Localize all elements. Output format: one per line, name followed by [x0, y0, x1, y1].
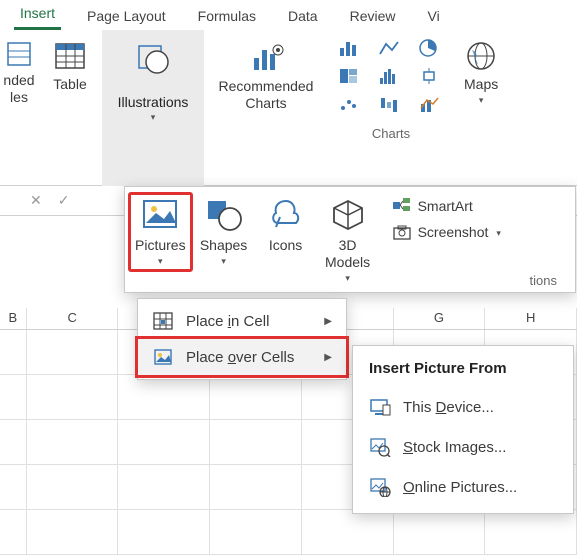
stock-images-item[interactable]: Stock Images...Stock Images... [353, 427, 573, 467]
enter-icon[interactable]: ✓ [58, 192, 70, 209]
chevron-down-icon: ▾ [479, 95, 484, 106]
icons-icon [266, 197, 306, 233]
recommended-charts-icon [246, 40, 286, 74]
recommended-charts-button[interactable]: Recommended Charts [206, 36, 326, 116]
shapes-button[interactable]: Shapes ▾ [194, 193, 254, 271]
illustrations-dropdown: Pictures ▾ Shapes ▾ Icons 3D Models ▾ Sm… [124, 186, 576, 293]
smartart-icon [392, 197, 412, 215]
chevron-down-icon: ▾ [496, 228, 501, 239]
place-in-cell-item[interactable]: Place in CellPlace in Cell ▶ [138, 303, 346, 339]
chart-boxwhisker-button[interactable] [414, 64, 444, 88]
globe-icon [464, 40, 498, 72]
this-device-label: This Device...This Device... [403, 399, 494, 416]
smartart-label: SmartArt [418, 198, 473, 214]
tab-data[interactable]: Data [282, 4, 324, 30]
stock-images-label: Stock Images...Stock Images... [403, 439, 506, 456]
insert-picture-from-flyout: Insert Picture From This Device...This D… [352, 345, 574, 514]
illustrations-label: Illustrations [118, 94, 189, 110]
charts-group-label: Charts [372, 126, 410, 141]
online-pictures-label: Online Pictures...Online Pictures... [403, 479, 517, 496]
table-icon [52, 40, 88, 72]
icons-label: Icons [269, 237, 302, 254]
tab-insert[interactable]: Insert [14, 1, 61, 30]
icons-button[interactable]: Icons [256, 193, 316, 258]
col-header[interactable]: B [0, 308, 27, 329]
chart-scatter-button[interactable] [334, 92, 364, 116]
submenu-arrow-icon: ▶ [324, 316, 332, 327]
recommended-tables-icon [5, 40, 33, 68]
chevron-down-icon: ▾ [345, 273, 350, 284]
chart-column-button[interactable] [334, 36, 364, 60]
pictures-button[interactable]: Pictures ▾ [129, 193, 192, 271]
group-table: Table [38, 30, 102, 185]
camera-icon [392, 223, 412, 241]
screenshot-label: Screenshot [418, 224, 489, 240]
shapes-icon [204, 197, 244, 233]
maps-label: Maps [464, 76, 498, 93]
tab-formulas[interactable]: Formulas [192, 4, 262, 30]
group-recommended-tables: nded les [0, 30, 38, 185]
col-header[interactable]: G [394, 308, 486, 329]
table-label: Table [53, 76, 86, 93]
pictures-submenu: Place in CellPlace in Cell ▶ Place over … [137, 298, 347, 380]
col-header[interactable]: H [485, 308, 577, 329]
chevron-down-icon: ▾ [221, 256, 226, 267]
shapes-label: Shapes [200, 237, 247, 254]
ribbon-tabs: Insert Page Layout Formulas Data Review … [0, 0, 577, 30]
recommended-charts-label: Recommended Charts [219, 78, 314, 112]
place-over-cells-item[interactable]: Place over CellsPlace over Cells ▶ [138, 339, 346, 375]
submenu-arrow-icon: ▶ [324, 352, 332, 363]
place-over-cells-icon [152, 347, 174, 367]
flyout-title: Insert Picture From [353, 354, 573, 387]
pictures-label: Pictures [135, 237, 186, 254]
ribbon: nded les Table Illustrations ▾ Recommend… [0, 30, 577, 186]
chart-histogram-button[interactable] [374, 64, 404, 88]
3d-models-button[interactable]: 3D Models ▾ [318, 193, 378, 288]
chevron-down-icon: ▾ [158, 256, 163, 267]
illustrations-button[interactable]: Illustrations ▾ [102, 30, 204, 186]
cube-icon [328, 197, 368, 233]
cancel-icon[interactable]: ✕ [30, 192, 42, 209]
online-pictures-item[interactable]: Online Pictures...Online Pictures... [353, 467, 573, 507]
chart-combo-button[interactable] [414, 92, 444, 116]
chevron-down-icon: ▾ [151, 112, 156, 123]
recommended-tables-button[interactable]: nded les [1, 36, 37, 110]
tab-review[interactable]: Review [344, 4, 402, 30]
chart-treemap-button[interactable] [334, 64, 364, 88]
worksheet-row [0, 510, 577, 555]
chart-waterfall-button[interactable] [374, 92, 404, 116]
tab-view[interactable]: Vi [421, 4, 445, 30]
smartart-button[interactable]: SmartArt [390, 193, 503, 219]
col-header[interactable]: C [27, 308, 119, 329]
table-button[interactable]: Table [40, 36, 100, 97]
online-pictures-icon [369, 477, 391, 497]
3d-models-label: 3D Models [325, 237, 370, 271]
group-charts: Charts [328, 30, 454, 185]
group-maps: Maps ▾ [454, 30, 508, 185]
screenshot-button[interactable]: Screenshot ▾ [390, 219, 503, 245]
chart-pie-button[interactable] [414, 36, 444, 60]
maps-button[interactable]: Maps ▾ [456, 36, 506, 110]
illustrations-icon [133, 40, 173, 80]
place-in-cell-icon [152, 311, 174, 331]
this-device-item[interactable]: This Device...This Device... [353, 387, 573, 427]
place-in-cell-label: Place in CellPlace in Cell [186, 313, 269, 330]
tab-page-layout[interactable]: Page Layout [81, 4, 172, 30]
chart-line-button[interactable] [374, 36, 404, 60]
device-icon [369, 397, 391, 417]
stock-images-icon [369, 437, 391, 457]
pictures-icon [140, 197, 180, 233]
group-recommended-charts: Recommended Charts [204, 30, 328, 185]
illustrations-group-label-fragment: tions [530, 273, 557, 288]
place-over-cells-label: Place over CellsPlace over Cells [186, 349, 294, 366]
recommended-tables-label: nded les [3, 72, 34, 106]
